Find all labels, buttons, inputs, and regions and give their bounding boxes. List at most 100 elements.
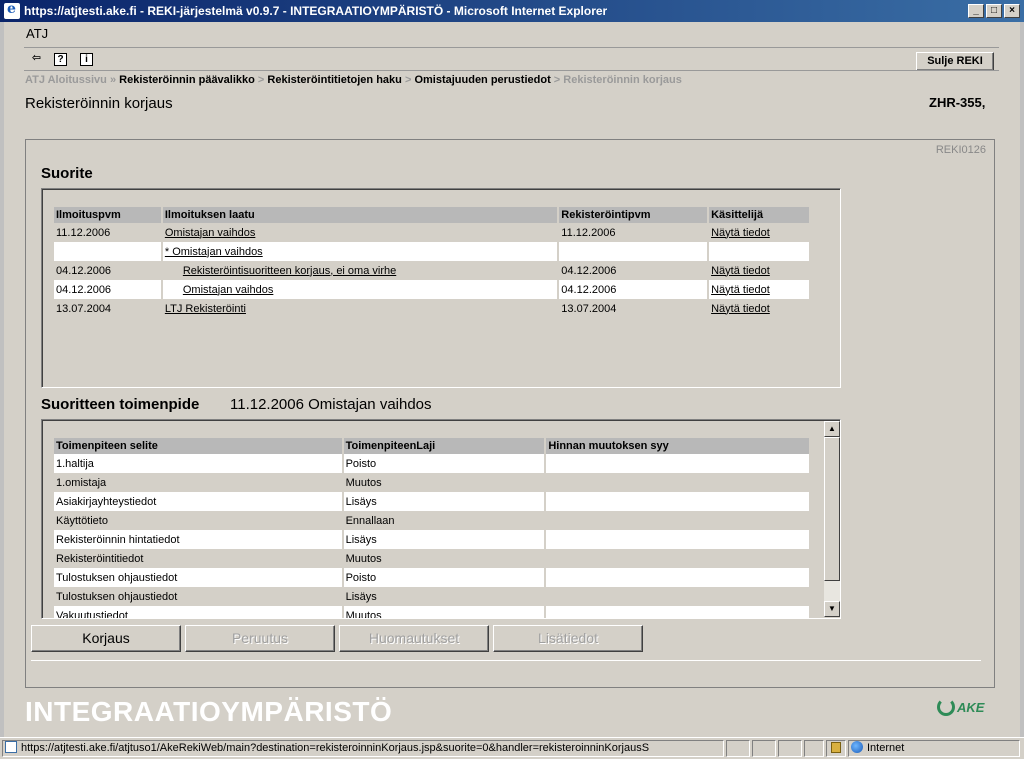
korjaus-button[interactable]: Korjaus <box>31 625 181 652</box>
show-details-link[interactable]: Näytä tiedot <box>711 303 770 315</box>
cell-kind: Lisäys <box>342 587 547 606</box>
col-header-ilmoituspvm[interactable]: Ilmoituspvm <box>54 207 163 223</box>
cell-date: 04.12.2006 <box>54 280 163 299</box>
status-segment <box>804 740 824 757</box>
environment-brand: INTEGRAATIOYMPÄRISTÖ <box>25 696 393 727</box>
table-row[interactable]: 13.07.2004 LTJ Rekisteröinti 13.07.2004 … <box>54 299 811 318</box>
back-arrow-icon[interactable]: ⇦ <box>30 53 43 66</box>
col-header-toimenpiteen-selite[interactable]: Toimenpiteen selite <box>54 438 344 454</box>
cell-desc: Käyttötieto <box>54 511 344 530</box>
cell-kind: Poisto <box>342 568 547 587</box>
page-icon <box>5 741 17 753</box>
table-row[interactable]: 1.omistaja Muutos <box>54 473 811 492</box>
table-row[interactable]: Asiakirjayhteystiedot Lisäys <box>54 492 811 511</box>
cell-reg-date: 04.12.2006 <box>558 280 710 299</box>
table-row[interactable]: Käyttötieto Ennallaan <box>54 511 811 530</box>
toolbar-divider <box>24 47 999 48</box>
cell-reg-date: 13.07.2004 <box>558 299 710 318</box>
lisatiedot-button[interactable]: Lisätiedot <box>493 625 643 652</box>
app-name: ATJ <box>26 26 49 41</box>
table-row[interactable]: Rekisteröinnin hintatiedot Lisäys <box>54 530 811 549</box>
cell-reason <box>545 473 811 492</box>
cell-reason <box>545 549 811 568</box>
table-row[interactable]: Tulostuksen ohjaustiedot Poisto <box>54 568 811 587</box>
col-header-toimenpiteen-laji[interactable]: ToimenpiteenLaji <box>342 438 547 454</box>
col-header-hinnan-muutoksen-syy[interactable]: Hinnan muutoksen syy <box>545 438 811 454</box>
info-icon[interactable]: i <box>80 53 93 66</box>
status-bar: https://atjtesti.ake.fi/atjtuso1/AkeReki… <box>0 737 1024 759</box>
window-title: https://atjtesti.ake.fi - REKI-järjestel… <box>24 4 608 18</box>
table-row[interactable]: 04.12.2006 Omistajan vaihdos 04.12.2006 … <box>54 280 811 299</box>
window-titlebar: https://atjtesti.ake.fi - REKI-järjestel… <box>0 0 1024 22</box>
cell-date: 04.12.2006 <box>54 261 163 280</box>
close-window-button[interactable]: × <box>1004 4 1020 18</box>
col-header-ilmoituksen-laatu[interactable]: Ilmoituksen laatu <box>161 207 560 223</box>
status-zone: Internet <box>867 742 905 754</box>
toimenpide-title: Suoritteen toimenpide <box>41 396 200 413</box>
scrollbar-thumb[interactable] <box>824 437 840 581</box>
status-url: https://atjtesti.ake.fi/atjtuso1/AkeReki… <box>21 742 650 754</box>
suorite-table-box: Ilmoituspvm Ilmoituksen laatu Rekisteröi… <box>41 188 841 388</box>
status-url-segment: https://atjtesti.ake.fi/atjtuso1/AkeReki… <box>2 740 724 757</box>
breadcrumb-item-main-menu[interactable]: Rekisteröinnin päävalikko <box>119 74 255 86</box>
notice-type-link[interactable]: Omistajan vaihdos <box>165 227 256 239</box>
breadcrumb-item-home[interactable]: ATJ Aloitussivu <box>25 74 107 86</box>
table-row[interactable]: 1.haltija Poisto <box>54 454 811 473</box>
status-zone-segment: Internet <box>848 740 1020 757</box>
breadcrumb: ATJ Aloitussivu » Rekisteröinnin päävali… <box>25 74 682 86</box>
table-row[interactable]: Rekisteröintitiedot Muutos <box>54 549 811 568</box>
status-segment <box>752 740 776 757</box>
notice-type-link[interactable]: Omistajan vaihdos <box>183 284 274 296</box>
cell-reason <box>545 492 811 511</box>
ake-logo-text: AKE <box>957 699 985 715</box>
breadcrumb-separator: > <box>401 74 415 86</box>
cell-reason <box>545 568 811 587</box>
ake-logo-icon <box>937 698 955 716</box>
panel-divider <box>31 660 981 661</box>
cell-kind: Muutos <box>342 549 547 568</box>
col-header-rekisterointipvm[interactable]: Rekisteröintipvm <box>558 207 710 223</box>
ie-icon <box>4 1 20 19</box>
cell-reason <box>545 511 811 530</box>
show-details-link[interactable]: Näytä tiedot <box>711 265 770 277</box>
col-header-kasittelija[interactable]: Käsittelijä <box>708 207 811 223</box>
breadcrumb-item-search[interactable]: Rekisteröintitietojen haku <box>267 74 401 86</box>
cell-kind: Muutos <box>342 473 547 492</box>
screen-code: REKI0126 <box>935 144 986 156</box>
cell-reason <box>545 530 811 549</box>
cell-kind: Poisto <box>342 454 547 473</box>
maximize-button[interactable]: □ <box>986 4 1002 18</box>
huomautukset-button[interactable]: Huomautukset <box>339 625 489 652</box>
table-row[interactable]: Vakuutustiedot Muutos <box>54 606 811 618</box>
suorite-table: Ilmoituspvm Ilmoituksen laatu Rekisteröi… <box>54 207 811 318</box>
cell-desc: Asiakirjayhteystiedot <box>54 492 344 511</box>
cell-reg-date <box>558 242 710 261</box>
peruutus-button[interactable]: Peruutus <box>185 625 335 652</box>
notice-type-link[interactable]: LTJ Rekisteröinti <box>165 303 246 315</box>
minimize-button[interactable]: _ <box>968 4 984 18</box>
cell-desc: 1.omistaja <box>54 473 344 492</box>
toimenpide-subtitle: 11.12.2006 Omistajan vaihdos <box>230 396 432 413</box>
scroll-down-icon[interactable]: ▼ <box>824 601 840 617</box>
status-segment <box>726 740 750 757</box>
cell-reg-date: 11.12.2006 <box>558 223 710 242</box>
show-details-link[interactable]: Näytä tiedot <box>711 227 770 239</box>
cell-reg-date: 04.12.2006 <box>558 261 710 280</box>
table-row[interactable]: 11.12.2006 Omistajan vaihdos 11.12.2006 … <box>54 223 811 242</box>
help-icon[interactable]: ? <box>54 53 67 66</box>
registration-plate: ZHR-355, <box>929 95 986 110</box>
close-reki-button[interactable]: Sulje REKI <box>916 52 994 71</box>
table-row[interactable]: 04.12.2006 Rekisteröintisuoritteen korja… <box>54 261 811 280</box>
table-row[interactable]: * Omistajan vaihdos <box>54 242 811 261</box>
notice-type-link-selected[interactable]: * Omistajan vaihdos <box>165 246 263 258</box>
cell-date: 13.07.2004 <box>54 299 163 318</box>
notice-type-link[interactable]: Rekisteröintisuoritteen korjaus, ei oma … <box>183 265 396 277</box>
cell-kind: Lisäys <box>342 530 547 549</box>
table-row[interactable]: Tulostuksen ohjaustiedot Lisäys <box>54 587 811 606</box>
show-details-link[interactable]: Näytä tiedot <box>711 284 770 296</box>
cell-date: 11.12.2006 <box>54 223 163 242</box>
vertical-scrollbar[interactable]: ▲ ▼ <box>824 421 840 617</box>
breadcrumb-item-ownership[interactable]: Omistajuuden perustiedot <box>414 74 550 86</box>
cell-kind: Muutos <box>342 606 547 618</box>
scroll-up-icon[interactable]: ▲ <box>824 421 840 437</box>
